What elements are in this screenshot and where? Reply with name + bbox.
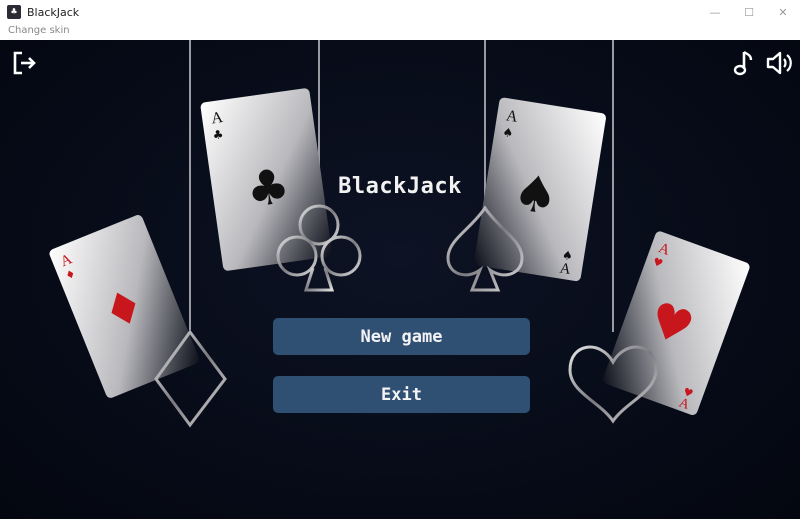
maximize-button[interactable]: ☐: [732, 0, 766, 24]
window-controls: — ☐ ✕: [698, 0, 800, 24]
minimize-button[interactable]: —: [698, 0, 732, 24]
menu-bar: Change skin: [0, 24, 800, 40]
svg-text:♠: ♠: [501, 125, 514, 141]
card-ace-of-hearts: A ♥ ♥ ♥ A: [603, 231, 750, 416]
svg-text:♣: ♣: [212, 127, 225, 142]
app-icon: ♣: [7, 5, 21, 19]
close-button[interactable]: ✕: [766, 0, 800, 24]
speaker-volume-icon[interactable]: [765, 50, 795, 76]
new-game-button[interactable]: New game: [273, 318, 530, 355]
decoration-layer: A ♣ ♣ A ♠ ♠ ♠ A A ♦ ♦ A ♥ ♥ ♥ A: [49, 40, 750, 428]
window-title: BlackJack: [27, 5, 80, 19]
exit-button[interactable]: Exit: [273, 376, 530, 413]
card-ace-of-diamonds: A ♦ ♦: [49, 215, 200, 398]
game-screen: A ♣ ♣ A ♠ ♠ ♠ A A ♦ ♦ A ♥ ♥ ♥ A BlackJac…: [0, 40, 800, 519]
music-note-icon[interactable]: [733, 50, 755, 76]
exit-door-icon[interactable]: [12, 50, 38, 76]
menu-change-skin[interactable]: Change skin: [8, 25, 70, 36]
game-title: BlackJack: [338, 174, 462, 199]
window-titlebar: ♣ BlackJack — ☐ ✕: [0, 0, 800, 24]
